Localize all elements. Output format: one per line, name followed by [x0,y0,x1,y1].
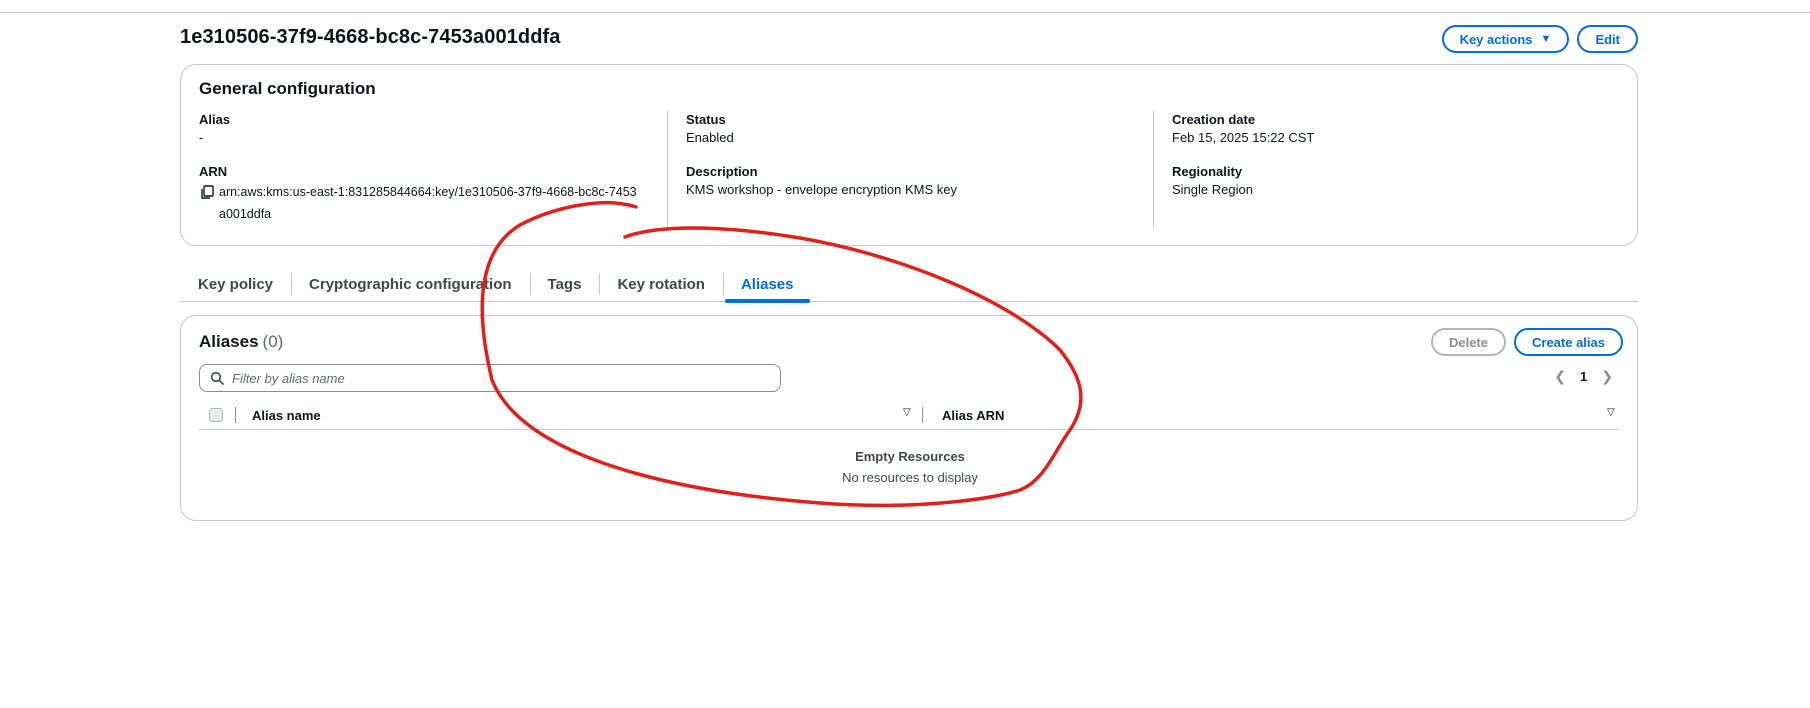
alias-filter [199,364,781,392]
empty-state-subtitle: No resources to display [842,470,978,485]
delete-button[interactable]: Delete [1430,328,1506,356]
tab-tags[interactable]: Tags [529,266,600,302]
alias-filter-input[interactable] [232,370,752,386]
key-detail-page: 1e310506-37f9-4668-bc8c-7453a001ddfa Key… [180,22,1638,521]
edit-button[interactable]: Edit [1577,25,1638,53]
arn-row: arn:aws:kms:us-east-1:831285844664:key/1… [199,181,639,225]
key-actions-button[interactable]: Key actions ▼ [1441,25,1570,53]
alias-value: - [199,130,204,145]
creation-date-label: Creation date [1172,112,1256,127]
column-header-alias-arn[interactable]: Alias ARN [942,408,1004,423]
creation-date-field: Creation date Feb 15, 2025 15:22 CST [1172,111,1623,147]
search-icon [210,371,224,385]
aliases-panel: Aliases(0) Delete Create alias ❮ 1 ❯ Ali… [180,315,1638,521]
description-label: Description [686,164,758,179]
status-label: Status [686,112,726,127]
aliases-heading: Aliases (0) [199,332,283,352]
caret-down-icon: ▼ [1540,32,1552,45]
description-field: Description KMS workshop - envelope encr… [686,163,1137,199]
table-header: Alias name ▽ Alias ARN ▽ [199,404,1619,430]
general-configuration-panel: General configuration Alias - ARN arn:aw… [180,64,1638,246]
aliases-title: Aliases [199,332,259,351]
creation-date-value: Feb 15, 2025 15:22 CST [1172,130,1315,145]
page-header: 1e310506-37f9-4668-bc8c-7453a001ddfa Key… [180,22,1638,62]
detail-tabs: Key policy Cryptographic configuration T… [180,266,1638,303]
empty-state-title: Empty Resources [855,449,965,464]
tab-cryptographic-configuration[interactable]: Cryptographic configuration [291,266,530,302]
column-divider[interactable] [922,407,923,423]
config-column-3: Creation date Feb 15, 2025 15:22 CST Reg… [1153,111,1623,227]
status-value: Enabled [686,130,734,145]
chevron-right-icon[interactable]: ❯ [1601,368,1613,385]
key-actions-label: Key actions [1459,31,1533,47]
header-actions: Key actions ▼ Edit [1441,25,1638,53]
column-divider [235,407,236,423]
arn-label: ARN [199,164,228,179]
tab-aliases[interactable]: Aliases [722,266,812,303]
tab-key-policy[interactable]: Key policy [180,266,291,302]
status-field: Status Enabled [686,111,1137,147]
pagination: ❮ 1 ❯ [1554,368,1613,385]
page-title: 1e310506-37f9-4668-bc8c-7453a001ddfa [180,26,561,48]
copy-icon[interactable] [199,184,215,200]
create-alias-button[interactable]: Create alias [1514,328,1623,356]
top-divider [0,12,1810,13]
alias-field: Alias - [199,111,669,147]
sort-icon[interactable]: ▽ [903,407,911,418]
description-value: KMS workshop - envelope encryption KMS k… [686,182,957,197]
aliases-count: (0) [262,332,284,351]
alias-label: Alias [199,112,231,127]
column-header-alias-name[interactable]: Alias name [252,408,321,423]
chevron-left-icon[interactable]: ❮ [1554,368,1566,385]
config-column-2: Status Enabled Description KMS workshop … [667,111,1137,227]
sort-icon[interactable]: ▽ [1607,407,1615,418]
arn-field: ARN arn:aws:kms:us-east-1:831285844664:k… [199,163,669,225]
select-all-checkbox[interactable] [209,408,223,422]
page-number[interactable]: 1 [1580,369,1587,384]
arn-value: arn:aws:kms:us-east-1:831285844664:key/1… [219,185,637,221]
general-configuration-title: General configuration [199,79,376,98]
tab-key-rotation[interactable]: Key rotation [599,266,723,302]
config-column-1: Alias - ARN arn:aws:kms:us-east-1:831285… [199,111,669,241]
regionality-field: Regionality Single Region [1172,163,1623,199]
aliases-actions: Delete Create alias [1430,328,1623,356]
regionality-value: Single Region [1172,182,1253,197]
regionality-label: Regionality [1172,164,1243,179]
